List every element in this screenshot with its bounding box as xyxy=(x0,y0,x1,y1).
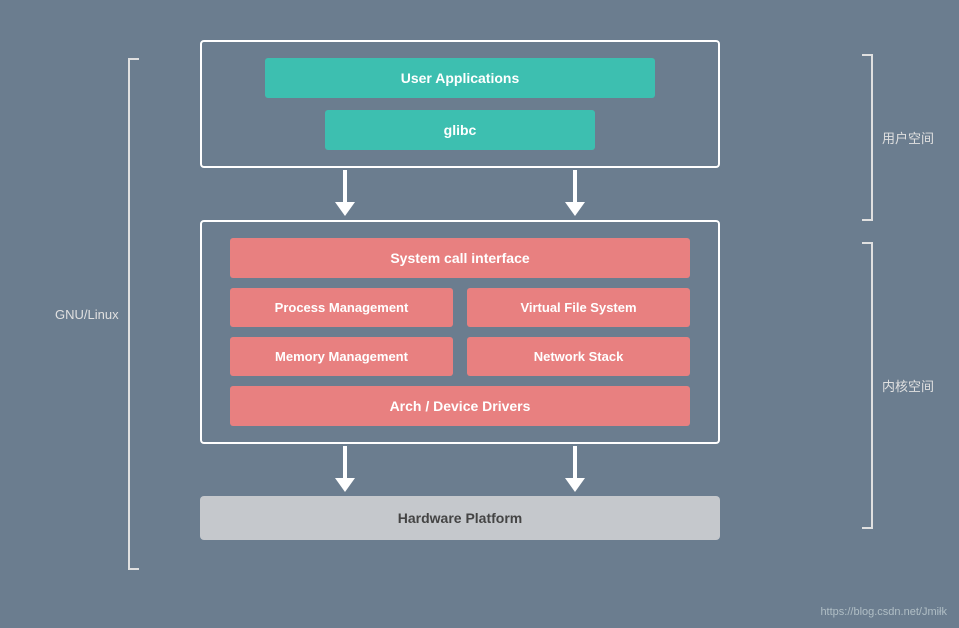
left-bracket-icon xyxy=(125,54,143,574)
right-bracket-user-icon xyxy=(858,50,876,225)
hardware-platform-block: Hardware Platform xyxy=(200,496,720,540)
arrow-down-hw-left xyxy=(335,446,355,492)
arrow-down-left xyxy=(335,170,355,216)
user-space-bracket: 用户空间 xyxy=(858,50,934,225)
kernel-space-label: 内核空间 xyxy=(882,376,934,395)
right-bracket-kernel-icon xyxy=(858,238,876,533)
glibc-block: glibc xyxy=(325,110,595,150)
process-management-block: Process Management xyxy=(230,288,453,327)
gnu-linux-label: GNU/Linux xyxy=(55,54,143,574)
kernel-space-box: System call interface Process Management… xyxy=(200,220,720,444)
virtual-file-system-block: Virtual File System xyxy=(467,288,690,327)
user-space-box: User Applications glibc xyxy=(200,40,720,168)
syscall-block: System call interface xyxy=(230,238,690,278)
user-space-label: 用户空间 xyxy=(882,128,934,147)
memory-management-block: Memory Management xyxy=(230,337,453,376)
network-stack-block: Network Stack xyxy=(467,337,690,376)
watermark: https://blog.csdn.net/Jmiłk xyxy=(820,606,947,618)
arrow-down-right xyxy=(565,170,585,216)
arch-device-drivers-block: Arch / Device Drivers xyxy=(230,386,690,426)
kernel-space-bracket: 内核空间 xyxy=(858,238,934,533)
user-applications-block: User Applications xyxy=(265,58,655,98)
arrow-down-hw-right xyxy=(565,446,585,492)
